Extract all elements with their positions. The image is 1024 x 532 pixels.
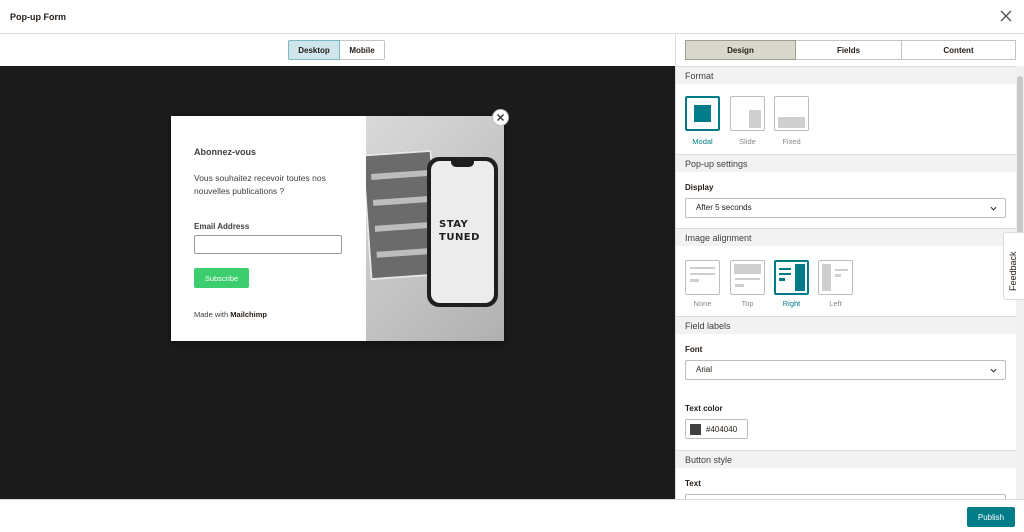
device-toggle: Desktop Mobile [288, 40, 385, 60]
align-left-label: Left [829, 299, 842, 308]
phone-text-line: TUNED [439, 232, 480, 243]
scrollbar-thumb[interactable] [1017, 76, 1023, 234]
font-label: Font [685, 345, 703, 354]
preview-canvas: Abonnez-vous Vous souhaitez recevoir tou… [0, 66, 675, 499]
align-left-option[interactable] [818, 260, 853, 295]
feedback-label: Feedback [1008, 251, 1018, 291]
chevron-down-icon [990, 206, 997, 211]
text-color-picker[interactable]: #404040 [685, 419, 748, 439]
display-label: Display [685, 183, 714, 192]
popup-image: STAY TUNED [366, 116, 504, 341]
preview-toolbar: Desktop Mobile [0, 35, 675, 66]
align-top-label: Top [741, 299, 754, 308]
tab-fields[interactable]: Fields [796, 40, 902, 60]
format-slide-label: Slide [739, 137, 756, 146]
image-alignment-heading: Image alignment [676, 228, 1017, 246]
align-right-option[interactable] [774, 260, 809, 295]
phone-image: STAY TUNED [427, 157, 498, 307]
popup-title: Abonnez-vous [194, 147, 256, 157]
popup-description: Vous souhaitez recevoir toutes nos nouve… [194, 173, 326, 196]
align-none-label: None [693, 299, 712, 308]
mailchimp-brand: Mailchimp [230, 310, 267, 319]
text-color-label: Text color [685, 404, 723, 413]
display-select[interactable]: After 5 seconds [685, 198, 1006, 218]
email-field[interactable] [194, 235, 342, 254]
popup-close-icon[interactable] [492, 109, 509, 126]
button-text-label: Text [685, 479, 701, 488]
page-title: Pop-up Form [10, 12, 66, 22]
display-value: After 5 seconds [696, 203, 752, 212]
align-none-option[interactable] [685, 260, 720, 295]
phone-text-line: STAY [439, 219, 469, 230]
phone-screen: STAY TUNED [431, 161, 494, 303]
button-style-heading: Button style [676, 450, 1017, 468]
shelf-line [374, 221, 433, 232]
subscribe-button[interactable]: Subscribe [194, 268, 249, 288]
align-right-label: Right [782, 299, 801, 308]
mobile-button[interactable]: Mobile [340, 40, 385, 60]
popup-form-area: Abonnez-vous Vous souhaitez recevoir tou… [171, 116, 366, 341]
format-heading: Format [676, 66, 1017, 84]
field-labels-heading: Field labels [676, 316, 1017, 334]
publish-button[interactable]: Publish [967, 507, 1015, 527]
color-swatch [690, 424, 701, 435]
feedback-tab[interactable]: Feedback [1003, 232, 1024, 300]
design-panel: Design Fields Content Format Modal Slide… [675, 35, 1024, 499]
format-slide-option[interactable] [730, 96, 765, 131]
shelf-line [372, 195, 432, 206]
panel-tabs: Design Fields Content [685, 40, 1016, 60]
tab-content[interactable]: Content [902, 40, 1016, 60]
close-icon[interactable] [998, 8, 1014, 24]
phone-text: STAY TUNED [439, 218, 480, 244]
email-label: Email Address [194, 222, 250, 231]
popup-settings-heading: Pop-up settings [676, 154, 1017, 172]
align-top-option[interactable] [730, 260, 765, 295]
font-value: Arial [696, 365, 713, 374]
format-fixed-label: Fixed [782, 137, 801, 146]
footer-bar: Publish [0, 499, 1024, 532]
chevron-down-icon [990, 368, 997, 373]
tab-design[interactable]: Design [685, 40, 796, 60]
title-bar: Pop-up Form [0, 0, 1024, 34]
made-with-text: Made with Mailchimp [194, 310, 267, 319]
shelf-line [371, 169, 430, 180]
text-color-value: #404040 [706, 425, 738, 434]
format-fixed-option[interactable] [774, 96, 809, 131]
phone-notch [451, 161, 474, 167]
format-modal-option[interactable] [685, 96, 720, 131]
popup-modal: Abonnez-vous Vous souhaitez recevoir tou… [171, 116, 504, 341]
desktop-button[interactable]: Desktop [288, 40, 340, 60]
font-select[interactable]: Arial [685, 360, 1006, 380]
format-modal-label: Modal [692, 137, 713, 146]
made-with-prefix: Made with [194, 310, 229, 319]
